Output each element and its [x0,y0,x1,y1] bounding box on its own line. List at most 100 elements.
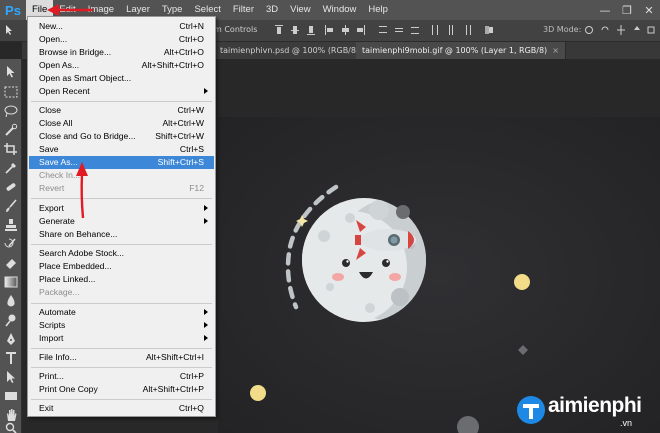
healing-brush-tool-icon[interactable] [3,180,19,194]
document-canvas[interactable] [218,117,660,433]
menu-item-place-linked[interactable]: Place Linked... [29,273,214,286]
3d-scale-icon[interactable] [646,24,656,36]
eraser-tool-icon[interactable] [3,256,19,270]
menu-help[interactable]: Help [362,0,394,20]
align-top-icon[interactable] [274,24,284,36]
distribute-middle-icon[interactable] [394,24,404,36]
3d-roll-icon[interactable] [600,24,610,36]
3d-mode-label: 3D Mode: [543,25,582,34]
window-controls: — ❐ ✕ [594,0,660,20]
show-transform-controls-label: m Controls [214,25,258,34]
menu-filter[interactable]: Filter [227,0,260,20]
menu-view[interactable]: View [284,0,316,20]
3d-slide-icon[interactable] [632,24,642,36]
tab-label: taimienphi9mobi.gif @ 100% (Layer 1, RGB… [362,46,548,55]
auto-align-icon[interactable] [484,24,494,36]
tab-close-icon[interactable]: × [552,46,559,55]
align-right-icon[interactable] [356,24,366,36]
menu-item-save[interactable]: Save Ctrl+S [29,143,214,156]
menu-item-open-as-smart-object[interactable]: Open as Smart Object... [29,72,214,85]
menu-item-search-adobe-stock[interactable]: Search Adobe Stock... [29,247,214,260]
submenu-arrow-icon [204,335,208,341]
tab-label: taimienphivn.psd @ 100% (RGB/8*) [220,46,364,55]
marquee-tool-icon[interactable] [3,85,19,99]
blur-tool-icon[interactable] [3,294,19,308]
photoshop-logo: Ps [5,2,21,18]
distribute-bottom-icon[interactable] [410,24,420,36]
space-illustration [218,117,660,433]
tab-taimienphi9mobi-gif[interactable]: taimienphi9mobi.gif @ 100% (Layer 1, RGB… [356,42,566,59]
clone-stamp-tool-icon[interactable] [3,218,19,232]
file-menu-dropdown: New... Ctrl+N Open... Ctrl+O Browse in Bri… [27,16,216,417]
move-tool-icon[interactable] [3,65,19,79]
quick-selection-tool-icon[interactable] [3,123,19,137]
submenu-arrow-icon [204,218,208,224]
menu-item-automate[interactable]: Automate [29,306,214,319]
path-selection-tool-icon[interactable] [3,370,19,384]
menu-item-share-on-behance[interactable]: Share on Behance... [29,228,214,241]
close-window-button[interactable]: ✕ [638,0,660,20]
menu-separator [31,303,212,304]
brush-tool-icon[interactable] [3,199,19,213]
menu-item-print[interactable]: Print... Ctrl+P [29,370,214,383]
distribute-left-icon[interactable] [430,24,440,36]
gradient-tool-icon[interactable] [3,275,19,289]
eyedropper-tool-icon[interactable] [3,161,19,175]
3d-rotate-icon[interactable] [584,24,594,36]
menu-item-generate[interactable]: Generate [29,215,214,228]
menu-item-close-and-go-to-bridge[interactable]: Close and Go to Bridge... Shift+Ctrl+W [29,130,214,143]
minimize-button[interactable]: — [594,0,616,20]
pen-tool-icon[interactable] [3,332,19,346]
menu-separator [31,348,212,349]
3d-pan-icon[interactable] [616,24,626,36]
menu-item-open[interactable]: Open... Ctrl+O [29,33,214,46]
distribute-center-icon[interactable] [446,24,456,36]
menu-item-browse-in-bridge[interactable]: Browse in Bridge... Alt+Ctrl+O [29,46,214,59]
menu-item-import[interactable]: Import [29,332,214,345]
dodge-tool-icon[interactable] [3,313,19,327]
menu-separator [31,198,212,199]
menu-item-exit[interactable]: Exit Ctrl+Q [29,402,214,415]
menu-item-close-all[interactable]: Close All Alt+Ctrl+W [29,117,214,130]
menu-item-scripts[interactable]: Scripts [29,319,214,332]
hand-tool-icon[interactable] [3,408,19,422]
menu-separator [31,101,212,102]
submenu-arrow-icon [204,309,208,315]
menu-window[interactable]: Window [317,0,363,20]
menu-item-print-one-copy[interactable]: Print One Copy Alt+Shift+Ctrl+P [29,383,214,396]
lasso-tool-icon[interactable] [3,104,19,118]
menu-item-check-in: Check In... [39,170,81,180]
move-tool-preset-icon[interactable] [4,24,14,36]
menu-separator [31,244,212,245]
restore-button[interactable]: ❐ [616,0,638,20]
history-brush-tool-icon[interactable] [3,237,19,251]
menu-item-open-recent[interactable]: Open Recent [29,85,214,98]
submenu-arrow-icon [204,322,208,328]
menu-item-open-as[interactable]: Open As... Alt+Shift+Ctrl+O [29,59,214,72]
align-bottom-icon[interactable] [306,24,316,36]
submenu-arrow-icon [204,205,208,211]
zoom-tool-icon[interactable] [3,421,19,433]
menu-item-package: Package... [39,287,80,297]
menu-separator [31,367,212,368]
menu-item-file-info[interactable]: File Info... Alt+Shift+Ctrl+I [29,351,214,364]
watermark-brand: aimienphi [548,394,642,417]
tools-panel [0,59,22,433]
align-left-icon[interactable] [324,24,334,36]
menu-item-export[interactable]: Export [29,202,214,215]
rectangle-tool-icon[interactable] [3,389,19,403]
crop-tool-icon[interactable] [3,142,19,156]
menu-item-close[interactable]: Close Ctrl+W [29,104,214,117]
menu-item-new[interactable]: New... Ctrl+N [29,20,214,33]
menu-item-save-as[interactable]: Save As... Shift+Ctrl+S [29,156,214,169]
menu-item-place-embedded[interactable]: Place Embedded... [29,260,214,273]
distribute-right-icon[interactable] [462,24,472,36]
menu-3d[interactable]: 3D [260,0,284,20]
submenu-arrow-icon [204,88,208,94]
type-tool-icon[interactable] [3,351,19,365]
menu-item-revert: Revert F12 [39,183,204,193]
watermark-domain: .vn [620,418,633,428]
align-middle-icon[interactable] [290,24,300,36]
align-center-icon[interactable] [340,24,350,36]
distribute-top-icon[interactable] [378,24,388,36]
